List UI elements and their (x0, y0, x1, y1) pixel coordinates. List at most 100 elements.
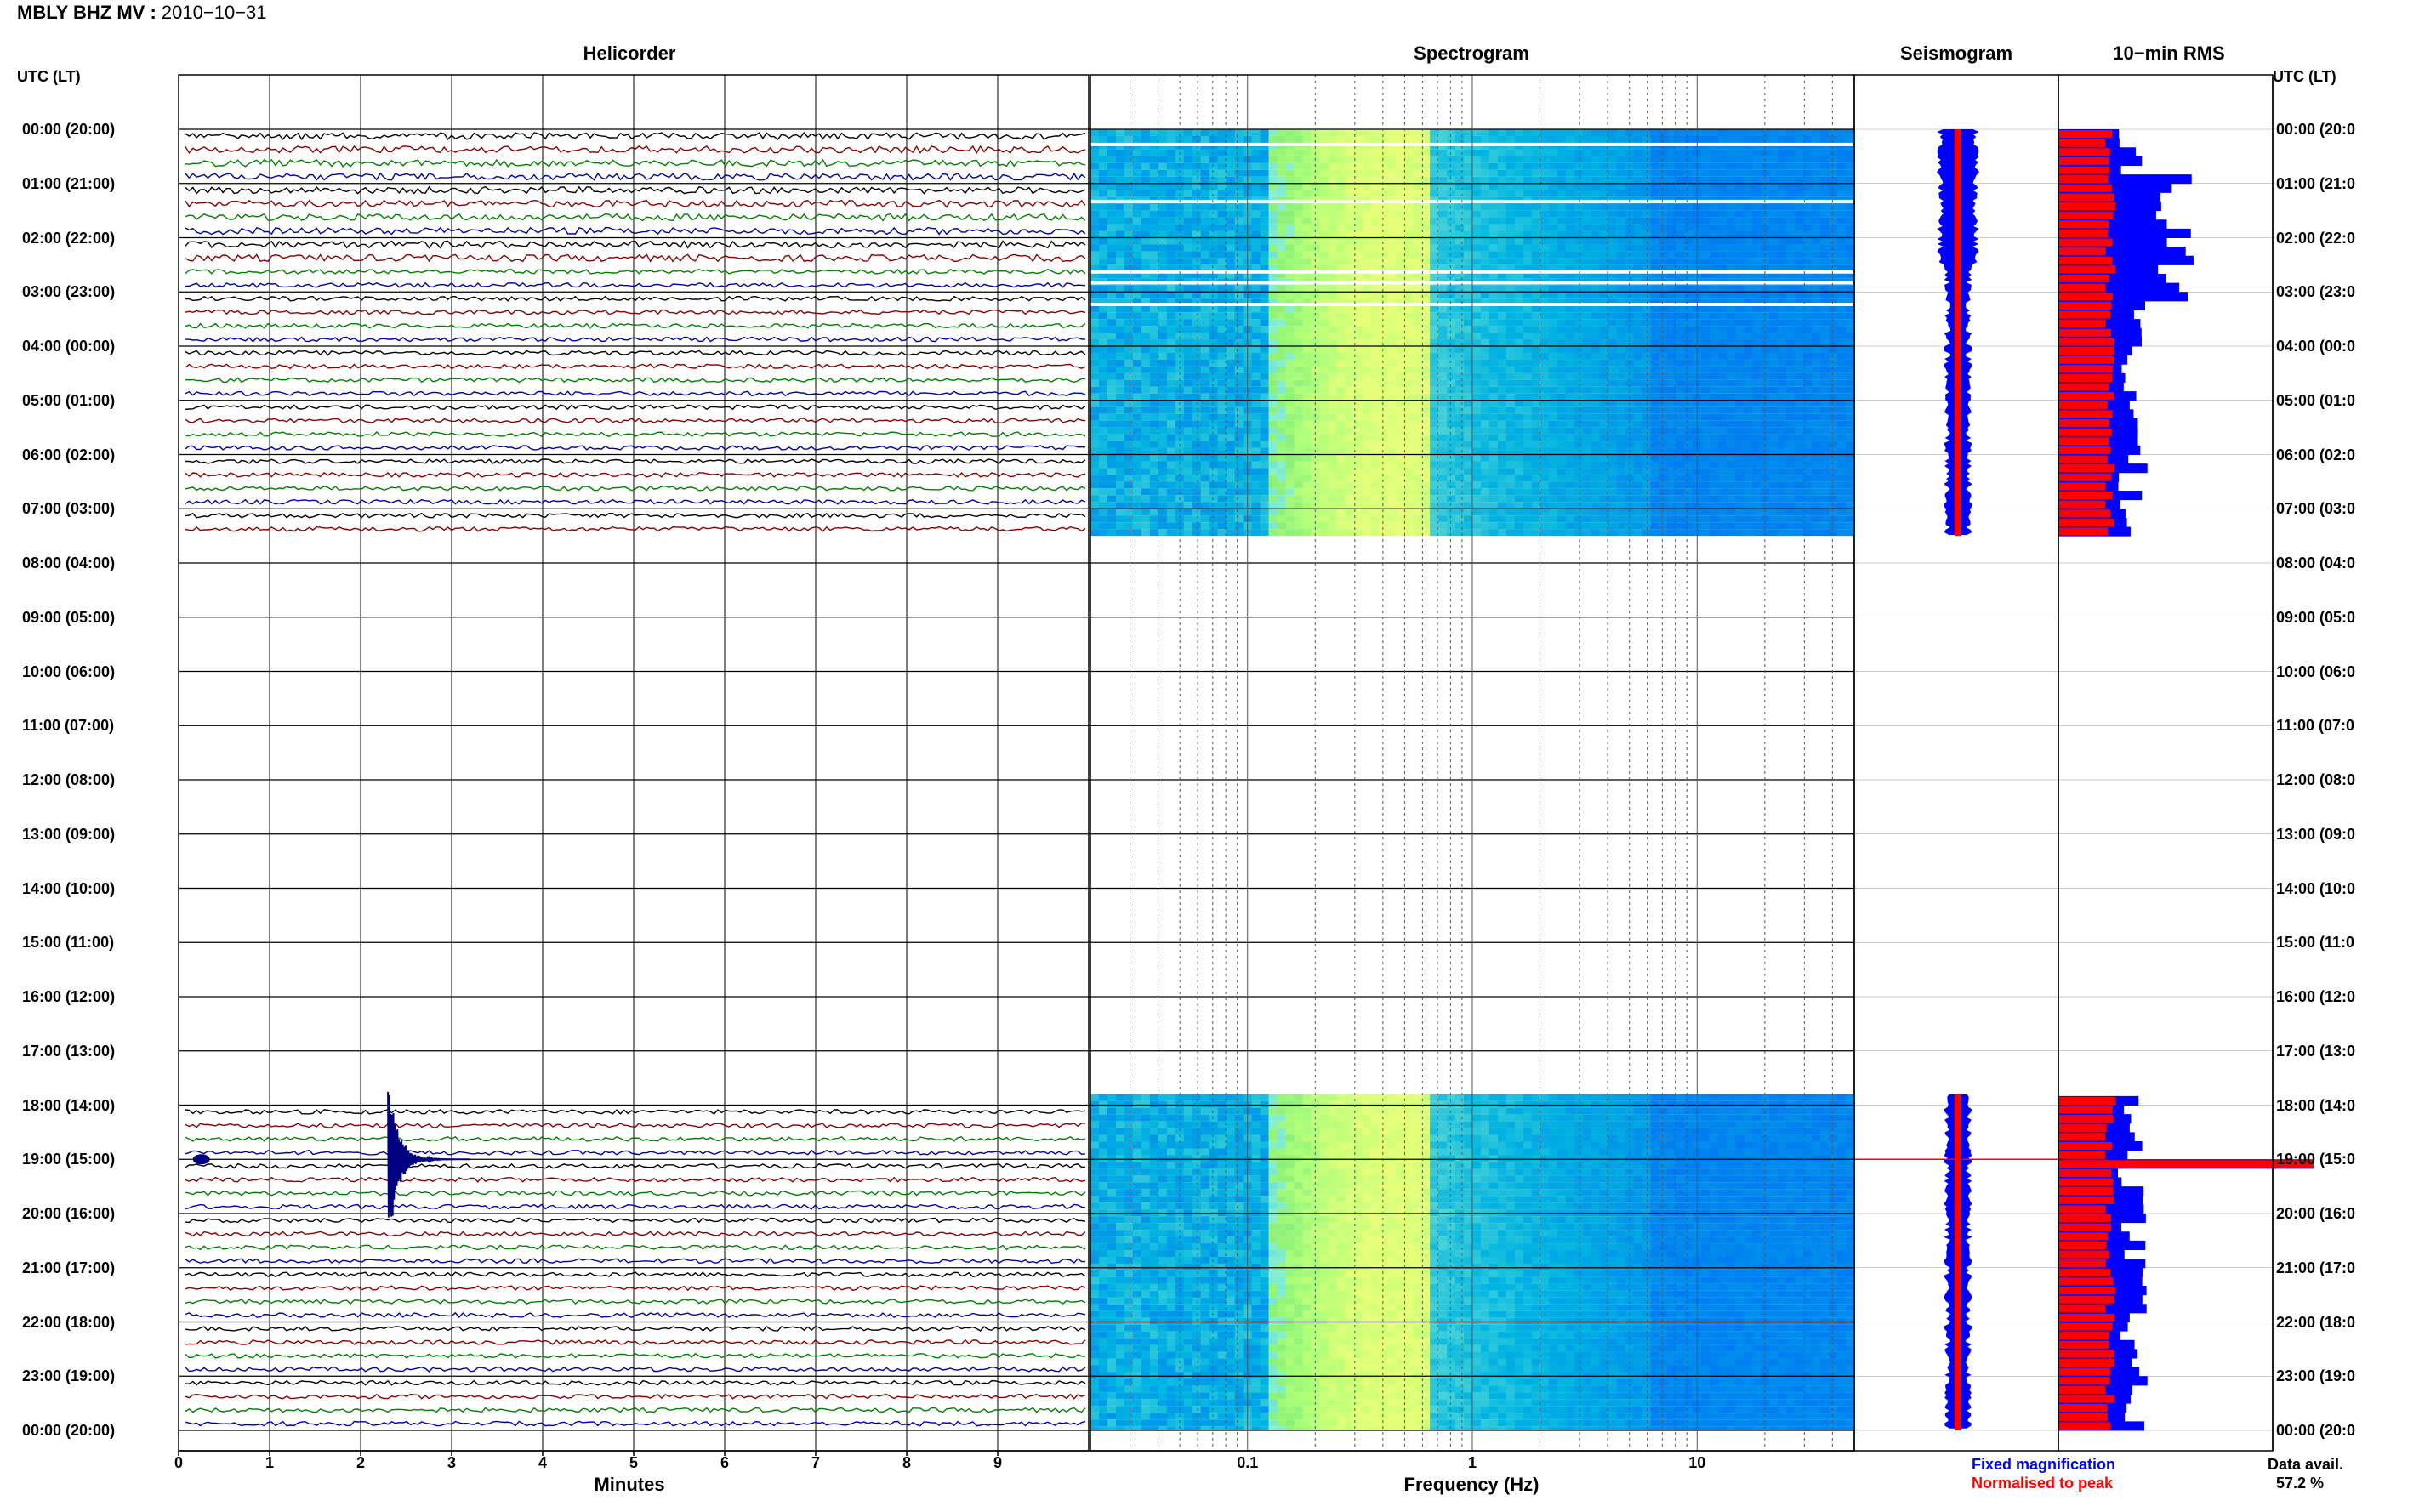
spectrogram-cell-49-23 (1285, 461, 1295, 469)
spectrogram-cell-37-55 (1557, 379, 1567, 387)
spectrogram-cell-30-45 (1472, 333, 1482, 340)
spectrogram-cell-51-9 (1166, 475, 1176, 482)
spectrogram-cell-52-79 (1761, 481, 1770, 489)
spectrogram-cell-11-52 (1531, 203, 1541, 211)
spectrogram-cell-49-79 (1761, 461, 1770, 469)
spectrogram-cell-42-69 (1676, 413, 1686, 421)
spectrogram-cell-52-50 (1514, 481, 1524, 489)
spectrogram-cell-27-19 (1251, 312, 1261, 320)
spectrogram-cell-28-77 (1744, 319, 1753, 327)
spectrogram-cell-36-32 (1362, 372, 1371, 380)
spectrogram-cell-36-81 (1778, 372, 1787, 380)
spectrogram-cell-49-5 (1132, 461, 1142, 469)
spectrogram-cell-26-1 (1098, 305, 1108, 313)
spectrogram-cell-16-54 (1548, 237, 1558, 245)
spectrogram-cell-44-79 (1761, 427, 1770, 435)
spectrogram-cell-33-47 (1488, 352, 1499, 360)
spectrogram-cell-48-3 (1115, 454, 1125, 462)
spectrogram-cell-55-28 (1328, 502, 1337, 509)
spectrogram-cell-33-73 (1710, 352, 1719, 360)
spectrogram-cell-7-42 (1447, 176, 1456, 184)
spectrogram-cell-11-55 (1557, 203, 1567, 211)
spectrogram-cell-44-1 (1098, 427, 1108, 435)
spectrogram-cell-31-36 (1396, 339, 1405, 346)
spectrogram-cell-53-75 (1727, 488, 1736, 496)
spectrogram-cell-52-17 (1234, 481, 1244, 489)
spectrogram-cell-43-67 (1659, 420, 1669, 428)
spectrogram-cell-16-12 (1192, 237, 1202, 245)
spectrogram-cell-36-36 (1396, 372, 1405, 380)
spectrogram-cell-39-12 (1192, 393, 1202, 401)
spectrogram-cell-1-7 (1149, 135, 1159, 143)
spectrogram-cell-55-2 (1107, 502, 1117, 509)
spectrogram-cell-15-16 (1226, 230, 1236, 238)
spectrogram-cell-15-34 (1379, 230, 1388, 238)
spectrogram-cell-46-24 (1294, 441, 1304, 448)
spectrogram-cell-12-25 (1302, 210, 1312, 218)
spectrogram-cell-37-87 (1829, 379, 1838, 387)
spectrogram-cell-14-5 (1132, 224, 1142, 231)
spectrogram-cell-15-11 (1183, 230, 1193, 238)
spectrogram-cell-3-41 (1438, 149, 1448, 156)
spectrogram-cell-38-73 (1710, 386, 1719, 394)
spectrogram-cell-31-4 (1124, 339, 1134, 346)
spectrogram-cell-41-76 (1735, 406, 1745, 414)
spectrogram-cell-32-12 (1192, 346, 1202, 353)
spectrogram-cell-42-79 (1761, 413, 1770, 421)
spectrogram-cell-41-23 (1285, 406, 1295, 414)
spectrogram-cell-41-41 (1438, 406, 1448, 414)
spectrogram-cell-37-65 (1642, 379, 1652, 387)
spectrogram-cell-42-78 (1752, 413, 1762, 421)
spectrogram-cell-47-88 (1837, 447, 1847, 455)
spectrogram-cell-7-5 (1132, 176, 1142, 184)
spectrogram-cell-49-49 (1505, 461, 1516, 469)
spectrogram-cell-49-48 (1497, 461, 1507, 469)
spectrogram-cell-7-70 (1684, 176, 1694, 184)
spectrogram-cell-51-11 (1183, 475, 1193, 482)
spectrogram-cell-34-42 (1447, 359, 1456, 367)
spectrogram-cell-29-33 (1370, 326, 1380, 333)
spectrogram-cell-29-67 (1659, 326, 1669, 333)
spectrogram-cell-49-62 (1616, 461, 1626, 469)
spectrogram-cell-6-0 (1090, 169, 1100, 177)
spectrogram-cell-12-44 (1464, 210, 1473, 218)
spectrogram-cell-45-73 (1710, 434, 1719, 441)
spectrogram-cell-43-53 (1540, 420, 1550, 428)
spectrogram-cell-34-74 (1718, 359, 1727, 367)
spectrogram-cell-31-34 (1379, 339, 1388, 346)
spectrogram-cell-16-77 (1744, 237, 1753, 245)
spectrogram-cell-51-80 (1769, 475, 1779, 482)
spectrogram-cell-42-27 (1319, 413, 1329, 421)
spectrogram-cell-35-51 (1523, 366, 1533, 373)
spectrogram-cell-45-34 (1379, 434, 1388, 441)
spectrogram-cell-41-32 (1362, 406, 1371, 414)
spectrogram-cell-34-4 (1124, 359, 1134, 367)
spectrogram-cell-35-33 (1370, 366, 1380, 373)
spectrogram-cell-16-5 (1132, 237, 1142, 245)
spectrogram-cell-12-34 (1379, 210, 1388, 218)
spectrogram-cell-11-1 (1098, 203, 1108, 211)
spectrogram-cell-4-58 (1582, 156, 1592, 163)
spectrogram-cell-44-46 (1480, 427, 1490, 435)
spectrogram-cell-42-32 (1362, 413, 1371, 421)
spectrogram-cell-18-23 (1285, 251, 1295, 259)
spectrogram-cell-49-9 (1166, 461, 1176, 469)
spectrogram-cell-5-28 (1328, 162, 1337, 170)
spectrogram-cell-44-21 (1268, 427, 1278, 435)
spectrogram-cell-15-45 (1472, 230, 1482, 238)
spectrogram-cell-19-54 (1548, 258, 1558, 265)
spectrogram-cell-44-50 (1514, 427, 1524, 435)
spectrogram-cell-28-51 (1523, 319, 1533, 327)
spectrogram-cell-27-70 (1684, 312, 1694, 320)
spectrogram-cell-39-54 (1548, 393, 1558, 401)
spectrogram-cell-31-89 (1846, 339, 1855, 346)
spectrogram-cell-30-42 (1447, 333, 1456, 340)
spectrogram-cell-23-27 (1319, 285, 1329, 293)
spectrogram-cell-14-73 (1710, 224, 1719, 231)
spectrogram-cell-16-13 (1200, 237, 1210, 245)
spectrogram-cell-15-23 (1285, 230, 1295, 238)
spectrogram-cell-39-76 (1735, 393, 1745, 401)
spectrogram-cell-18-73 (1710, 251, 1719, 259)
spectrogram-cell-54-17 (1234, 495, 1244, 503)
spectrogram-cell-36-89 (1846, 372, 1855, 380)
